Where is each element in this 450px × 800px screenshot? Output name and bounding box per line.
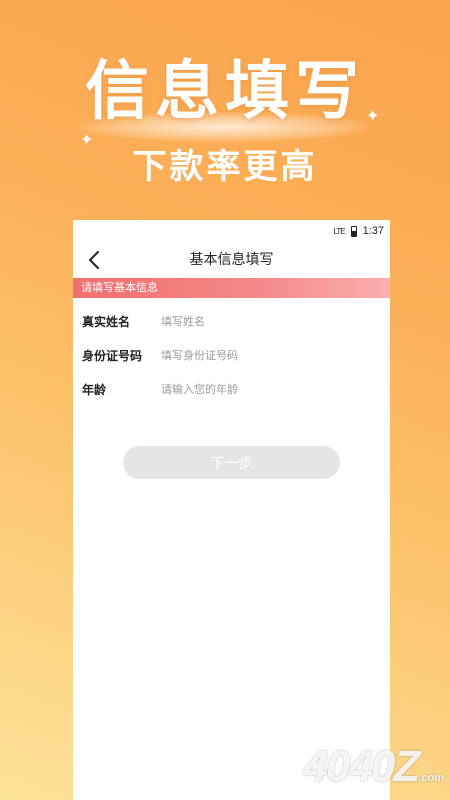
promo-title: 信息填写 <box>85 55 365 129</box>
age-input[interactable] <box>161 382 361 396</box>
age-label: 年龄 <box>82 382 107 397</box>
watermark-suffix: .com <box>418 772 444 784</box>
status-time: 1:37 <box>362 225 384 237</box>
name-input[interactable] <box>161 314 361 328</box>
sparkle-icon: ✦ <box>366 106 380 125</box>
watermark-logo: 4040Z.com <box>304 742 444 792</box>
info-form: 真实姓名 身份证号码 年龄 <box>73 304 390 406</box>
phone-screen: LTE 1:37 基本信息填写 请填写基本信息 真实姓名 身份证号码 年龄 下一… <box>73 220 390 800</box>
nav-bar: 基本信息填写 <box>73 242 390 278</box>
signal-icon: LTE <box>333 226 346 236</box>
watermark-text: 4040Z <box>303 742 421 791</box>
section-banner: 请填写基本信息 <box>73 278 390 298</box>
id-number-input[interactable] <box>161 348 361 362</box>
name-label: 真实姓名 <box>82 314 131 329</box>
form-row-age: 年龄 <box>73 372 390 406</box>
next-button[interactable]: 下一步 <box>123 446 340 479</box>
id-number-label: 身份证号码 <box>82 348 143 363</box>
form-row-id: 身份证号码 <box>73 338 390 372</box>
page-title: 基本信息填写 <box>189 252 274 268</box>
promo-subtitle: 下款率更高 <box>132 147 318 187</box>
status-bar: LTE 1:37 <box>73 220 390 242</box>
battery-icon <box>350 225 357 237</box>
form-row-name: 真实姓名 <box>73 304 390 338</box>
